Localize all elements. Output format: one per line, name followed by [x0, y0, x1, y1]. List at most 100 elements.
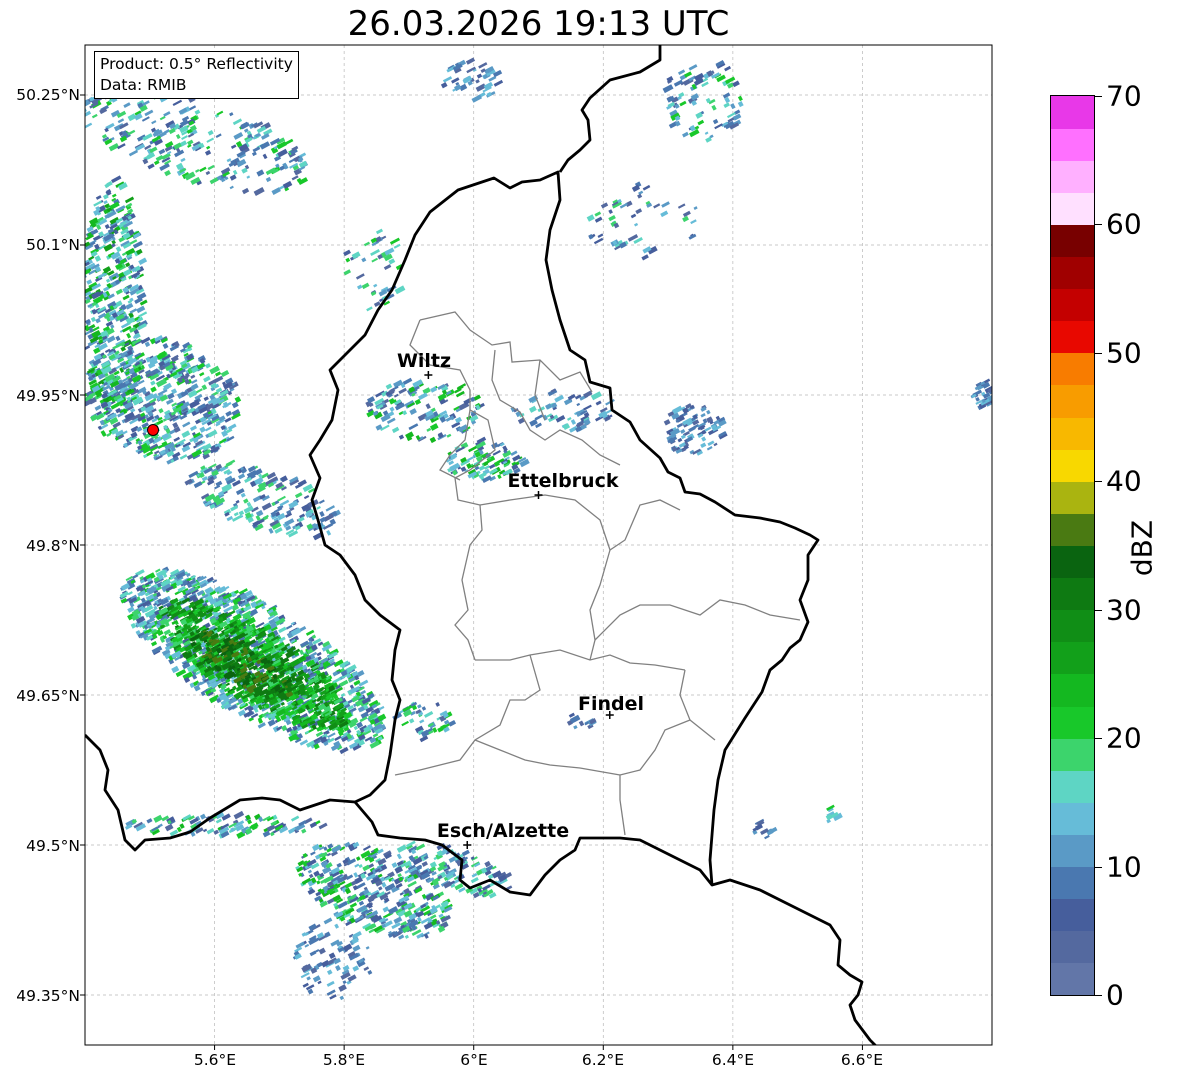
echo-pixel	[238, 510, 245, 516]
echo-pixel	[194, 109, 201, 115]
city-label-wiltz: Wiltz	[396, 350, 452, 372]
echo-pixel	[693, 206, 698, 210]
echo-pixel	[233, 132, 244, 140]
product-line: Product: 0.5° Reflectivity	[100, 55, 293, 73]
echo-pixel	[318, 822, 328, 830]
echo-pixel	[662, 84, 674, 94]
echo-pixel	[713, 442, 718, 447]
city-label-esch-alzette: Esch/Alzette	[436, 820, 570, 842]
echo-pixel	[76, 108, 83, 113]
echo-pixel	[306, 976, 311, 981]
echo-pixel	[396, 844, 407, 853]
colorbar-segment	[1051, 256, 1094, 290]
colorbar-segment	[1051, 96, 1094, 129]
echo-pixel	[226, 515, 234, 522]
city-label-findel: Findel	[577, 693, 645, 715]
echo-pixel	[554, 394, 565, 403]
echo-pixel	[203, 396, 209, 402]
echo-pixel	[91, 113, 98, 119]
echo-pixel	[158, 148, 166, 155]
echo-pixel	[184, 171, 196, 181]
echo-pixel	[153, 814, 163, 823]
echo-pixel	[252, 146, 261, 153]
echo-pixel	[367, 969, 373, 975]
echo-pixel	[257, 722, 266, 729]
echo-pixel	[684, 71, 693, 78]
echo-pixel	[401, 720, 409, 727]
echo-pixel	[278, 626, 287, 634]
echo-pixel	[398, 434, 405, 440]
echo-pixel	[352, 944, 361, 952]
colorbar-tick	[1095, 738, 1102, 740]
echo-pixel	[600, 202, 609, 209]
echo-pixel	[573, 725, 578, 730]
echo-pixel	[396, 853, 402, 860]
echo-pixel	[265, 176, 272, 183]
echo-pixel	[642, 184, 651, 191]
echo-pixel	[122, 294, 130, 301]
echo-pixel	[271, 187, 281, 195]
echo-pixel	[711, 104, 717, 111]
colorbar-segment	[1051, 770, 1094, 803]
echo-pixel	[303, 494, 310, 500]
echo-pixel	[389, 237, 401, 245]
echo-pixel	[373, 283, 378, 288]
echo-pixel	[393, 393, 399, 398]
echo-pixel	[682, 131, 689, 138]
echo-pixel	[199, 372, 205, 377]
echo-pixel	[361, 282, 370, 290]
echo-pixel	[382, 906, 390, 913]
echo-pixel	[442, 76, 453, 83]
echo-pixel	[701, 436, 707, 442]
echo-pixel	[418, 392, 428, 401]
colorbar-segment	[1051, 641, 1094, 675]
echo-pixel	[232, 169, 238, 175]
country-borders	[85, 45, 877, 1045]
colorbar-segment	[1051, 128, 1094, 161]
echo-pixel	[251, 151, 257, 157]
radar-echoes	[76, 57, 992, 1001]
echo-pixel	[195, 169, 200, 173]
echo-pixel	[144, 341, 151, 348]
echo-pixel	[181, 430, 191, 438]
colorbar-tick	[1095, 995, 1102, 996]
echo-pixel	[179, 454, 188, 460]
colorbar-segment	[1051, 962, 1094, 996]
echo-pixel	[356, 284, 363, 290]
echo-pixel	[326, 980, 335, 987]
echo-pixel	[426, 427, 432, 432]
echo-pixel	[448, 719, 457, 727]
echo-pixel	[660, 210, 669, 218]
echo-pixel	[262, 153, 268, 160]
echo-pixel	[454, 416, 463, 424]
radar-map	[76, 44, 993, 1050]
echo-pixel	[115, 288, 123, 295]
colorbar-label: dBZ	[1125, 519, 1159, 577]
echo-pixel	[502, 445, 508, 452]
echo-pixel	[142, 133, 153, 141]
echo-pixel	[301, 828, 307, 834]
echo-pixel	[205, 426, 212, 432]
echo-pixel	[162, 342, 169, 350]
echo-pixel	[234, 396, 242, 403]
echo-pixel	[279, 499, 290, 507]
echo-pixel	[688, 426, 696, 433]
echo-pixel	[153, 450, 160, 455]
echo-pixel	[335, 965, 341, 972]
echo-pixel	[630, 213, 637, 219]
echo-pixel	[327, 737, 335, 744]
echo-pixel	[661, 201, 670, 208]
echo-pixel	[422, 387, 431, 395]
echo-pixel	[146, 818, 153, 824]
colorbar-segment	[1051, 802, 1094, 835]
echo-pixel	[378, 886, 383, 891]
echo-pixel	[305, 629, 315, 636]
echo-pixel	[205, 170, 211, 176]
colorbar-tick	[1095, 481, 1102, 483]
echo-pixel	[730, 103, 736, 110]
echo-pixel	[111, 175, 122, 184]
echo-pixel	[352, 965, 360, 972]
echo-pixel	[141, 116, 150, 122]
echo-pixel	[476, 73, 483, 79]
echo-pixel	[158, 444, 164, 449]
